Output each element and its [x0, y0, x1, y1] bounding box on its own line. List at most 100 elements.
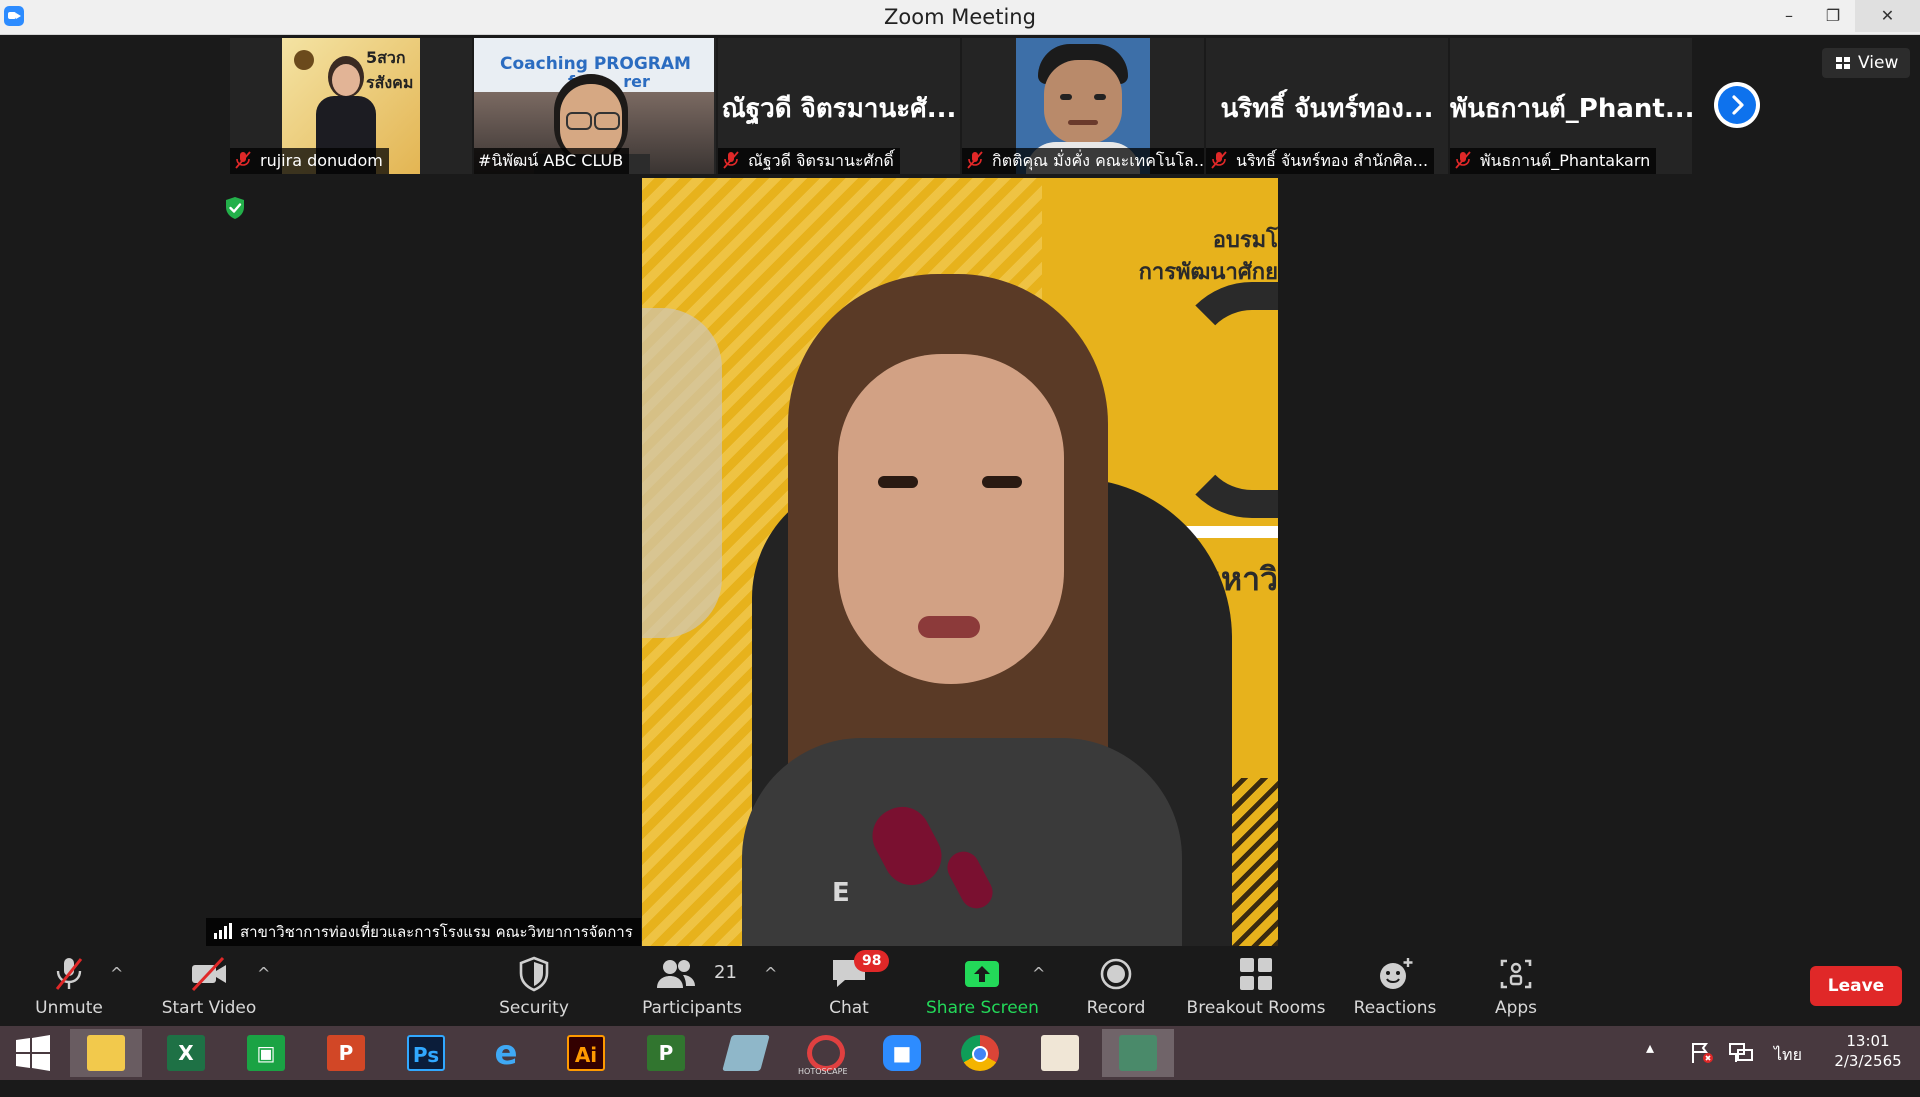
security-button[interactable]: Security: [490, 946, 578, 1026]
participant-caption: กิตติคุณ มั่งคั่ง คณะเทคโนโล...: [962, 148, 1204, 174]
network-icon[interactable]: [1728, 1042, 1754, 1064]
illustrator-button[interactable]: Ai: [550, 1029, 622, 1077]
start-button[interactable]: [0, 1029, 66, 1077]
grid-icon: [1836, 57, 1850, 69]
participant-tile[interactable]: พันธกานต์_Phant... พันธกานต์_Phantakarn: [1450, 38, 1692, 174]
close-button[interactable]: ✕: [1855, 0, 1920, 32]
view-button[interactable]: View: [1822, 48, 1910, 78]
participant-caption: #นิพัฒน์ ABC CLUB: [474, 148, 630, 174]
active-speaker-video: อบรมโ การพัฒนาศักย มหาวิ E: [642, 178, 1278, 946]
screen-app-icon: [1119, 1035, 1157, 1071]
start-video-label: Start Video: [161, 998, 257, 1018]
chat-button[interactable]: 98 Chat: [810, 946, 890, 1026]
share-screen-button[interactable]: Share Screen: [926, 946, 1039, 1026]
chrome-button[interactable]: [944, 1029, 1016, 1077]
video-off-icon: [191, 956, 226, 992]
participants-options-caret[interactable]: ^: [764, 964, 777, 983]
participants-icon: [657, 960, 695, 988]
participant-caption: พันธกานต์_Phantakarn: [1450, 148, 1657, 174]
powerpoint-icon: P: [327, 1035, 365, 1071]
share-screen-label: Share Screen: [926, 998, 1039, 1018]
unmute-button[interactable]: Unmute: [24, 946, 114, 1026]
participant-tile[interactable]: ณัฐวดี จิตรมานะศั... ณัฐวดี จิตรมานะศักด…: [718, 38, 960, 174]
share-options-caret[interactable]: ^: [1032, 964, 1045, 983]
breakout-rooms-icon: [1240, 958, 1272, 990]
photoshop-icon: Ps: [407, 1035, 445, 1071]
record-button[interactable]: Record: [1076, 946, 1156, 1026]
pen-icon: [722, 1035, 770, 1071]
participant-tile[interactable]: Coaching PROGRAM for ... rer #นิพัฒน์ AB…: [474, 38, 716, 174]
window-titlebar: Zoom Meeting – ❐ ✕: [0, 0, 1920, 35]
participants-label: Participants: [642, 998, 742, 1018]
participant-caption: ณัฐวดี จิตรมานะศักดิ์: [718, 148, 900, 174]
file-explorer-button[interactable]: [70, 1029, 142, 1077]
mic-muted-icon: [723, 151, 739, 169]
paint-button[interactable]: [1024, 1029, 1096, 1077]
action-center-flag-icon[interactable]: [1690, 1042, 1714, 1064]
powerpoint-button[interactable]: P: [310, 1029, 382, 1077]
photoscape-label: HOTOSCAPE: [798, 1067, 848, 1076]
apps-button[interactable]: Apps: [1486, 946, 1546, 1026]
participant-name: นริทธิ์ จันทร์ทอง สำนักศิล...: [1236, 151, 1429, 170]
share-screen-icon: [965, 961, 999, 987]
language-indicator[interactable]: ไทย: [1774, 1043, 1802, 1097]
pen-app-button[interactable]: [710, 1029, 782, 1077]
chat-label: Chat: [829, 998, 869, 1018]
record-icon: [1100, 958, 1132, 990]
banner-text: Coaching PROGRAM: [500, 54, 691, 74]
project-button[interactable]: P: [630, 1029, 702, 1077]
participants-button[interactable]: 21 Participants: [636, 946, 748, 1026]
folder-icon: [87, 1035, 125, 1071]
minimize-button[interactable]: –: [1767, 0, 1811, 32]
mic-muted-icon: [55, 958, 83, 990]
unmute-label: Unmute: [35, 998, 103, 1018]
internet-explorer-button[interactable]: e: [470, 1029, 542, 1077]
view-label: View: [1858, 53, 1899, 73]
reactions-button[interactable]: Reactions: [1352, 946, 1438, 1026]
mic-muted-icon: [235, 151, 251, 169]
zoom-icon: ■: [883, 1035, 921, 1071]
clock-date: 2/3/2565: [1834, 1052, 1902, 1070]
illustrator-icon: Ai: [567, 1035, 605, 1071]
photoshop-button[interactable]: Ps: [390, 1029, 462, 1077]
project-icon: P: [647, 1035, 685, 1071]
paint-icon: [1041, 1035, 1079, 1071]
participant-display-name: นริทธิ์ จันทร์ทอง...: [1220, 94, 1434, 124]
start-video-button[interactable]: Start Video: [156, 946, 262, 1026]
excel-button[interactable]: X: [150, 1029, 222, 1077]
chat-unread-badge: 98: [854, 950, 890, 972]
show-hidden-icons[interactable]: ▴: [1646, 1038, 1654, 1092]
participant-tile[interactable]: กิตติคุณ มั่งคั่ง คณะเทคโนโล...: [962, 38, 1204, 174]
seal-icon: [294, 50, 314, 70]
participant-display-name: ณัฐวดี จิตรมานะศั...: [721, 94, 957, 124]
breakout-rooms-label: Breakout Rooms: [1186, 998, 1326, 1018]
shield-icon: [519, 956, 549, 992]
record-label: Record: [1086, 998, 1146, 1018]
participant-name: ณัฐวดี จิตรมานะศักดิ์: [748, 151, 894, 170]
encryption-shield-icon[interactable]: [224, 196, 246, 220]
participant-display-name: พันธกานต์_Phant...: [1450, 94, 1692, 124]
chrome-icon: [961, 1035, 999, 1071]
windows-logo-icon: [16, 1035, 50, 1071]
video-options-caret[interactable]: ^: [257, 964, 270, 983]
speaker-name: สาขาวิชาการท่องเที่ยวและการโรงแรม คณะวิท…: [240, 923, 633, 941]
restore-button[interactable]: ❐: [1811, 0, 1855, 32]
leave-button[interactable]: Leave: [1810, 966, 1902, 1006]
screen-app-button[interactable]: [1102, 1029, 1174, 1077]
audio-options-caret[interactable]: ^: [110, 964, 123, 983]
mic-muted-icon: [1455, 151, 1471, 169]
participant-tile[interactable]: 5สวกรสังคม rujira donudom: [230, 38, 472, 174]
zoom-button[interactable]: ■: [866, 1029, 938, 1077]
participant-caption: rujira donudom: [230, 148, 389, 174]
clock[interactable]: 13:01 2/3/2565: [1828, 1032, 1908, 1086]
windows-taskbar: X ▣ P Ps e Ai P HOTOSCAPE ■ ▴ ไทย 13:01 …: [0, 1026, 1920, 1080]
next-page-button[interactable]: [1714, 82, 1760, 128]
security-label: Security: [499, 998, 569, 1018]
participant-tile[interactable]: นริทธิ์ จันทร์ทอง... นริทธิ์ จันทร์ทอง ส…: [1206, 38, 1448, 174]
publisher-button[interactable]: ▣: [230, 1029, 302, 1077]
photoscape-button[interactable]: HOTOSCAPE: [790, 1029, 862, 1077]
window-title: Zoom Meeting: [884, 5, 1036, 29]
breakout-rooms-button[interactable]: Breakout Rooms: [1186, 946, 1326, 1026]
participant-caption: นริทธิ์ จันทร์ทอง สำนักศิล...: [1206, 148, 1435, 174]
store-icon: ▣: [247, 1035, 285, 1071]
